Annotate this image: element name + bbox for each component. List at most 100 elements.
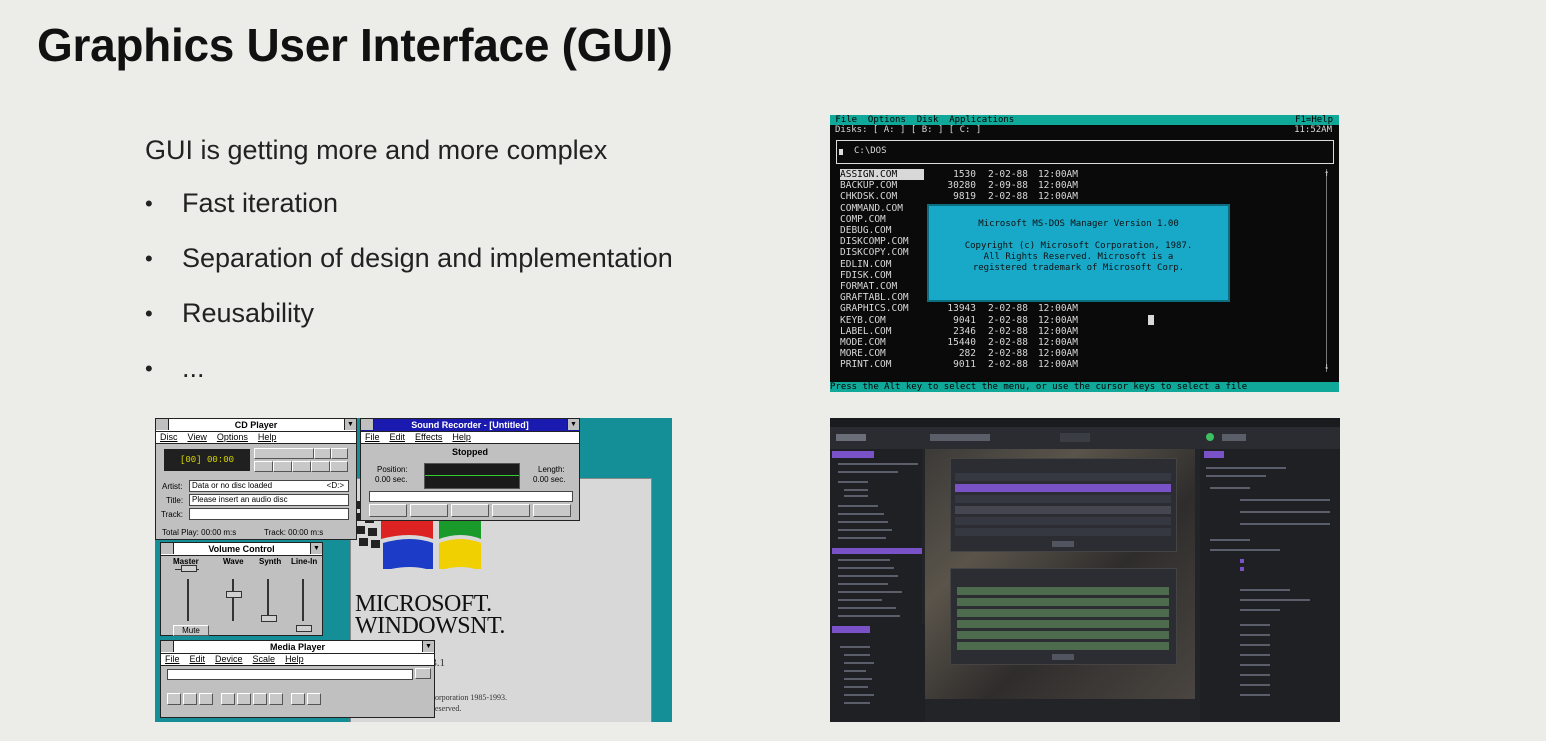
media-player-titlebar[interactable]: Media Player ▼ (161, 641, 434, 654)
media-mark-in-button[interactable] (291, 693, 305, 705)
menu-help[interactable]: Help (285, 654, 304, 664)
system-menu-icon[interactable] (156, 419, 169, 430)
inspector-field[interactable] (1240, 684, 1270, 686)
hierarchy-item-selected[interactable] (832, 548, 922, 554)
media-stop-button[interactable] (199, 693, 213, 705)
folder-item[interactable] (844, 678, 872, 680)
artist-field[interactable]: Data or no disc loaded <D:> (189, 480, 349, 492)
inspector-field[interactable] (1240, 694, 1270, 696)
folder-item[interactable] (844, 686, 868, 688)
folder-item[interactable] (840, 646, 870, 648)
hierarchy-item[interactable] (838, 591, 902, 593)
forward-button[interactable] (410, 504, 448, 517)
inspector-checkbox[interactable] (1240, 559, 1244, 563)
rewind-button[interactable] (273, 461, 292, 472)
inspector-field[interactable] (1210, 549, 1280, 551)
line-in-volume-slider[interactable] (296, 625, 312, 632)
hierarchy-item[interactable] (838, 615, 900, 617)
toolbar-play-icon[interactable] (1206, 433, 1214, 441)
menu-edit[interactable]: Edit (390, 432, 406, 442)
minimize-icon[interactable]: ▼ (310, 543, 322, 554)
menu-view[interactable]: View (188, 432, 207, 442)
menu-help[interactable]: Help (452, 432, 471, 442)
menu-help[interactable]: Help (258, 432, 277, 442)
forward-button[interactable] (292, 461, 311, 472)
folder-item[interactable] (844, 694, 874, 696)
dialog-row[interactable] (957, 609, 1169, 617)
dos-file-row[interactable]: MODE.COM 15440 2-02-88 12:00AM (840, 337, 1078, 348)
system-menu-icon[interactable] (161, 543, 174, 554)
dialog-row[interactable] (957, 587, 1169, 595)
menu-device[interactable]: Device (215, 654, 243, 664)
dialog-row[interactable] (957, 598, 1169, 606)
media-rewind-button[interactable] (237, 693, 251, 705)
hierarchy-item[interactable] (838, 513, 884, 515)
play-button[interactable] (254, 448, 314, 459)
media-pause-button[interactable] (183, 693, 197, 705)
menu-file[interactable]: File (365, 432, 380, 442)
hierarchy-item[interactable] (838, 575, 898, 577)
menu-effects[interactable]: Effects (415, 432, 442, 442)
dialog-row[interactable] (955, 528, 1171, 536)
dialog-row[interactable] (957, 642, 1169, 650)
inspector-field[interactable] (1240, 511, 1330, 513)
media-forward-button[interactable] (253, 693, 267, 705)
menu-scale[interactable]: Scale (253, 654, 276, 664)
hierarchy-item[interactable] (844, 489, 868, 491)
prev-track-button[interactable] (254, 461, 273, 472)
inspector-field[interactable] (1240, 499, 1330, 501)
media-next-button[interactable] (269, 693, 283, 705)
stop-button[interactable] (331, 448, 348, 459)
media-prev-button[interactable] (221, 693, 235, 705)
folder-item[interactable] (844, 654, 870, 656)
dialog-row[interactable] (955, 506, 1171, 514)
volume-control-titlebar[interactable]: Volume Control ▼ (161, 543, 322, 556)
folder-item[interactable] (844, 702, 870, 704)
hierarchy-item[interactable] (838, 463, 918, 465)
minimize-icon[interactable]: ▼ (422, 641, 434, 652)
rewind-button[interactable] (369, 504, 407, 517)
hierarchy-item[interactable] (838, 567, 894, 569)
panel-tab-active[interactable] (832, 626, 870, 633)
pause-button[interactable] (314, 448, 331, 459)
menu-options[interactable]: Options (217, 432, 248, 442)
minimize-icon[interactable]: ▼ (567, 419, 579, 430)
inspector-field[interactable] (1240, 654, 1270, 656)
inspector-field[interactable] (1240, 624, 1270, 626)
record-button[interactable] (533, 504, 571, 517)
dos-menubar[interactable]: File Options Disk Applications F1=Help (830, 115, 1339, 125)
dos-file-row[interactable]: CHKDSK.COM 9819 2-02-88 12:00AM (840, 191, 1078, 202)
dos-menu-items[interactable]: File Options Disk Applications (830, 115, 1014, 125)
cd-player-titlebar[interactable]: CD Player ▼ (156, 419, 356, 432)
editor-menubar[interactable] (830, 418, 1340, 427)
media-mark-out-button[interactable] (307, 693, 321, 705)
dialog-ok-button[interactable] (1052, 654, 1074, 660)
editor-toolbar[interactable] (830, 427, 1340, 449)
dos-scrollbar[interactable]: ↑ ↓ (1324, 169, 1332, 372)
dos-file-row[interactable]: GRAPHICS.COM 13943 2-02-88 12:00AM (840, 303, 1078, 314)
hierarchy-item[interactable] (838, 521, 888, 523)
inspector-field[interactable] (1206, 475, 1266, 477)
toolbar-icon[interactable] (930, 434, 990, 441)
panel-tab-active[interactable] (832, 451, 874, 458)
wave-volume-slider[interactable] (226, 591, 242, 598)
dos-disk-selector[interactable]: Disks: [ A: ] [ B: ] [ C: ] (835, 125, 981, 136)
toolbar-icon[interactable] (1060, 433, 1090, 442)
stop-button[interactable] (492, 504, 530, 517)
folder-item[interactable] (844, 670, 866, 672)
synth-volume-slider[interactable] (261, 615, 277, 622)
folder-item[interactable] (844, 662, 874, 664)
inspector-field[interactable] (1240, 599, 1310, 601)
menu-file[interactable]: File (165, 654, 180, 664)
hierarchy-item[interactable] (838, 607, 896, 609)
inspector-field[interactable] (1240, 609, 1280, 611)
recorder-scrollbar[interactable] (369, 491, 573, 502)
inspector-checkbox[interactable] (1240, 567, 1244, 571)
inspector-field[interactable] (1240, 674, 1270, 676)
menu-edit[interactable]: Edit (190, 654, 206, 664)
dialog-row[interactable] (957, 631, 1169, 639)
hierarchy-item[interactable] (838, 481, 868, 483)
dos-file-row[interactable]: MORE.COM 282 2-02-88 12:00AM (840, 348, 1078, 359)
dialog-row[interactable] (957, 620, 1169, 628)
dos-file-row[interactable]: KEYB.COM 9041 2-02-88 12:00AM (840, 315, 1078, 326)
